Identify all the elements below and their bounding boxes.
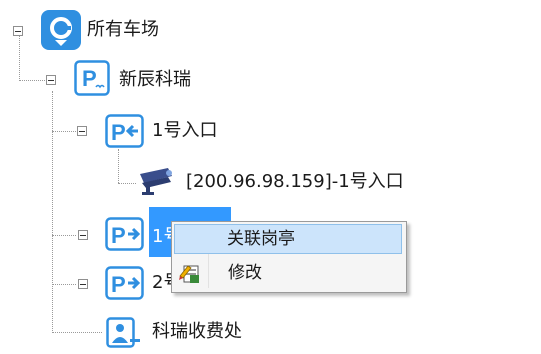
parking-app-icon [41,10,81,54]
tree-connector [19,80,45,81]
expand-toggle-exit1[interactable] [78,230,88,240]
tree-connector [52,332,102,333]
tree-label-camera[interactable]: [200.96.98.159]-1号入口 [186,170,404,194]
entrance-icon: P [105,114,145,152]
collapse-toggle-lot[interactable] [46,75,56,85]
parking-lot-icon: P [74,60,110,100]
menu-item-label: 关联岗亭 [227,229,295,249]
tree-connector [118,149,119,183]
svg-text:P: P [82,66,97,91]
svg-text:P: P [111,223,126,248]
expand-toggle-exit2[interactable] [78,279,88,289]
tree-connector [52,131,76,132]
edit-icon [178,262,202,288]
exit-icon: P [105,266,145,304]
toll-booth-icon [106,317,142,353]
menu-item-label: 修改 [228,263,262,283]
exit-icon: P [105,217,145,255]
tree-connector [118,183,136,184]
tree-connector [52,91,53,333]
tree-label-entry1[interactable]: 1号入口 [152,119,217,143]
camera-icon [138,166,178,200]
tree-connector [52,284,76,285]
svg-text:P: P [111,120,126,145]
tree-label-root[interactable]: 所有车场 [87,18,159,42]
context-menu: 关联岗亭 修改 [171,221,407,293]
collapse-toggle-root[interactable] [13,26,23,36]
tree-label-booth[interactable]: 科瑞收费处 [152,320,242,344]
collapse-toggle-entry1[interactable] [77,126,87,136]
tree-connector [19,36,20,81]
menu-item-link-booth[interactable]: 关联岗亭 [174,224,402,254]
tree-connector [52,235,76,236]
menu-item-edit[interactable]: 修改 [174,258,402,288]
tree-label-lot[interactable]: 新辰科瑞 [119,68,191,92]
svg-text:P: P [111,272,126,297]
